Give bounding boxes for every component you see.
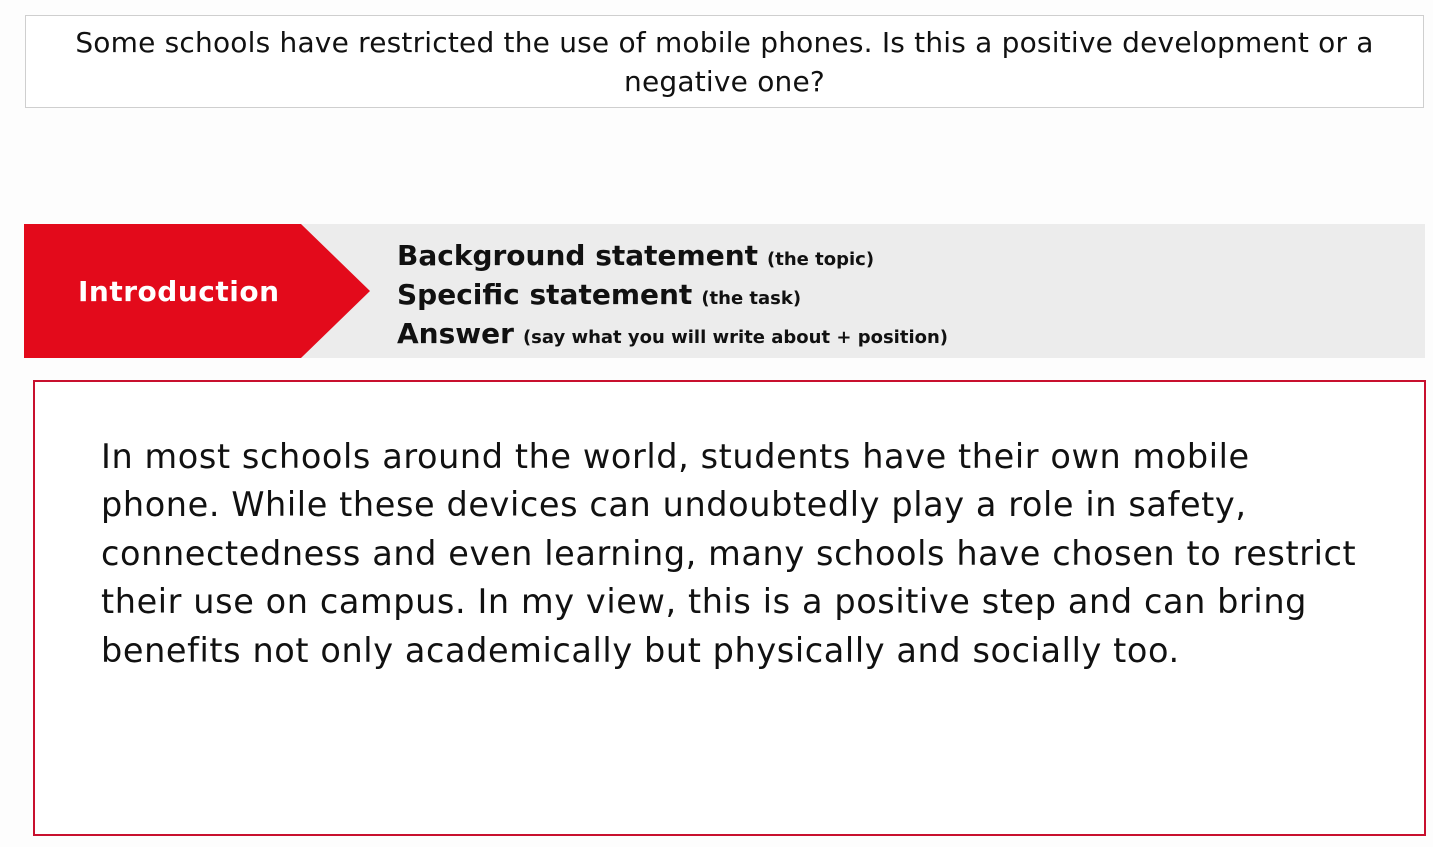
- structure-item-note: (the task): [701, 288, 802, 309]
- structure-item-note: (the topic): [767, 249, 875, 270]
- essay-box: In most schools around the world, studen…: [33, 380, 1426, 836]
- structure-item-background: Background statement (the topic): [397, 236, 948, 275]
- structure-item-answer: Answer (say what you will write about + p…: [397, 314, 948, 353]
- question-text: Some schools have restricted the use of …: [75, 25, 1374, 98]
- section-label: Introduction: [78, 274, 280, 308]
- structure-item-note: (say what you will write about + positio…: [522, 327, 949, 348]
- structure-item-title: Answer: [397, 317, 514, 350]
- structure-item-specific: Specific statement (the task): [397, 275, 948, 314]
- essay-paragraph: In most schools around the world, studen…: [101, 437, 1357, 670]
- introduction-arrow-banner: Introduction: [24, 224, 370, 358]
- question-box: Some schools have restricted the use of …: [25, 15, 1424, 108]
- structure-list: Background statement (the topic) Specific…: [397, 236, 948, 353]
- structure-item-title: Background statement: [397, 239, 759, 272]
- structure-item-title: Specific statement: [397, 278, 693, 311]
